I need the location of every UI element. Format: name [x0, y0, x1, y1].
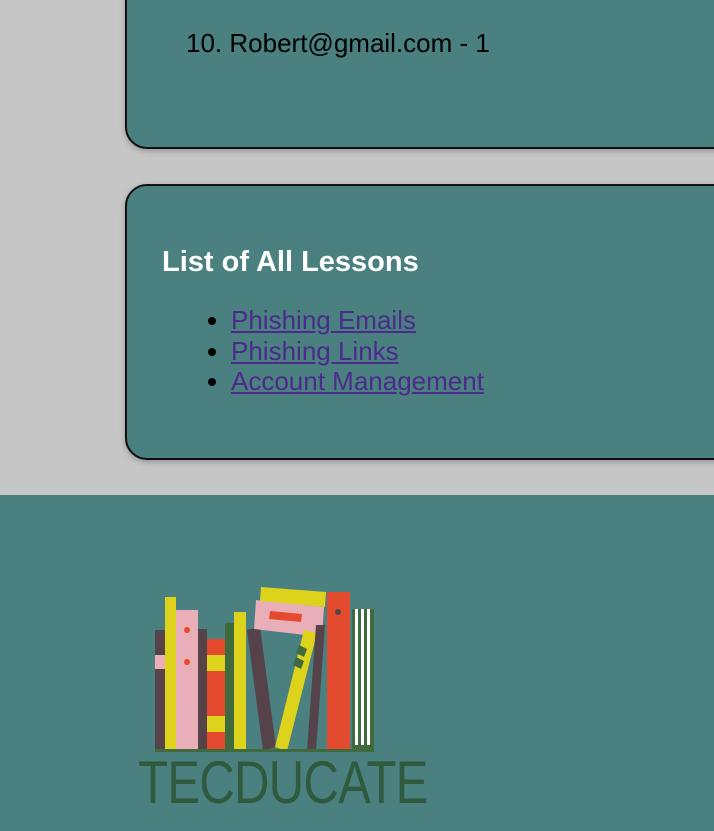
lesson-link-account-management[interactable]: Account Management	[231, 366, 484, 396]
page: 10. Robert@gmail.com - 1 List of All Les…	[0, 0, 714, 831]
lesson-list: Phishing Emails Phishing Links Account M…	[193, 305, 484, 397]
lesson-link-phishing-emails[interactable]: Phishing Emails	[231, 305, 416, 335]
footer: TECDUCATE	[0, 495, 714, 831]
list-item: Account Management	[231, 366, 484, 397]
leaderboard-entry: 10. Robert@gmail.com - 1	[186, 28, 490, 59]
lessons-card: List of All Lessons Phishing Emails Phis…	[125, 184, 714, 460]
leaderboard-entry-number: 10.	[186, 28, 223, 58]
lessons-title: List of All Lessons	[162, 246, 419, 278]
logo-text: TECDUCATE	[138, 749, 428, 816]
list-item: Phishing Links	[231, 336, 484, 367]
leaderboard-entry-text: Robert@gmail.com - 1	[229, 28, 490, 58]
list-item: Phishing Emails	[231, 305, 484, 336]
leaderboard-card: 10. Robert@gmail.com - 1	[125, 0, 714, 149]
lesson-link-phishing-links[interactable]: Phishing Links	[231, 336, 399, 366]
